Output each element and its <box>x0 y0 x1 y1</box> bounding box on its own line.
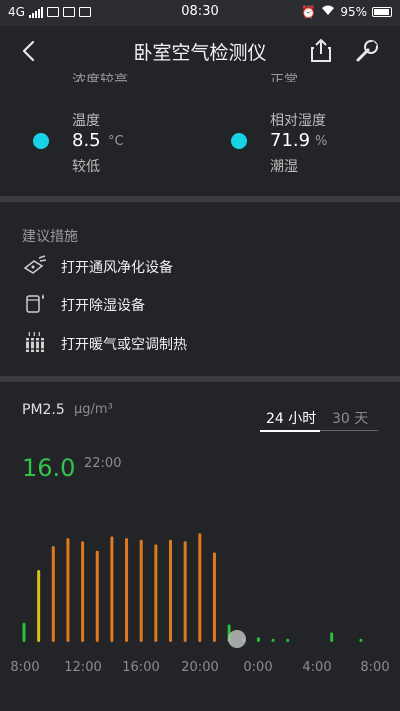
temperature-status: 较低 <box>72 159 100 175</box>
tab-30-days[interactable]: 30 天 <box>332 408 368 428</box>
temperature-label: 温度 <box>72 113 100 129</box>
pm-bar <box>51 546 55 642</box>
temperature-indicator-dot <box>33 133 49 149</box>
pm-bar <box>154 544 158 642</box>
cut-off-status-left: 浓度较高 <box>72 73 128 82</box>
x-tick-label: 20:00 <box>181 660 218 675</box>
app-header: 卧室空气检测仪 <box>0 26 400 74</box>
advice-section: 建议措施 打开通风净化设备 打开除湿设备 打开暖气或空调制热 <box>0 204 400 374</box>
pm-bar <box>139 539 143 642</box>
pm-bar <box>286 638 290 642</box>
section-divider <box>0 196 400 202</box>
pm-bar-chart[interactable]: 8:00 12:00 16:00 20:00 0:00 4:00 8:00 <box>0 504 400 684</box>
heater-icon <box>22 329 48 355</box>
pm-bar <box>95 550 99 642</box>
active-tab-underline <box>260 430 320 432</box>
advice-text: 打开暖气或空调制热 <box>61 337 187 353</box>
temperature-value: 8.5 <box>72 130 101 151</box>
pm-bar <box>169 539 172 642</box>
pm-bar <box>37 570 41 642</box>
humidity-indicator-dot <box>231 133 247 149</box>
wrench-icon[interactable] <box>352 36 382 66</box>
pm-current-time: 22:00 <box>84 456 122 471</box>
x-tick-label: 16:00 <box>122 660 159 675</box>
metrics-section: 浓度较高 正常 温度 8.5 °C 较低 相对湿度 71.9 % 潮湿 <box>0 73 400 196</box>
humidity-label: 相对湿度 <box>270 113 326 129</box>
wifi-icon <box>321 5 335 19</box>
inactive-tab-underline <box>320 430 378 431</box>
advice-text: 打开除湿设备 <box>61 298 145 314</box>
humidity-status: 潮湿 <box>270 159 298 175</box>
section-divider <box>0 376 400 382</box>
humidity-value: 71.9 <box>270 130 311 151</box>
advice-item-dehumidifier: 打开除湿设备 <box>22 290 382 320</box>
advice-title: 建议措施 <box>22 229 78 245</box>
pm-bar <box>125 538 129 642</box>
status-right: ⏰ 95% <box>301 5 392 19</box>
ventilation-icon <box>22 252 48 278</box>
alarm-icon: ⏰ <box>301 5 317 19</box>
pm-bar <box>359 638 363 642</box>
advice-item-ventilation: 打开通风净化设备 <box>22 252 382 282</box>
share-icon[interactable] <box>306 36 336 66</box>
advice-text: 打开通风净化设备 <box>61 260 173 276</box>
battery-percent: 95% <box>340 5 367 19</box>
pm-bar <box>22 622 26 642</box>
pm-bar <box>183 541 187 642</box>
pm-label: PM2.5 <box>22 402 65 418</box>
x-tick-label: 8:00 <box>10 660 39 675</box>
humidity-unit: % <box>315 134 328 149</box>
x-tick-label: 4:00 <box>302 660 331 675</box>
pm-bar <box>256 637 260 642</box>
pm-bar <box>110 536 114 642</box>
status-bar: 4G 08:30 ⏰ 95% <box>0 0 400 26</box>
pm-bar <box>212 552 216 642</box>
cut-off-status-right: 正常 <box>270 73 298 82</box>
pm-bar <box>198 533 202 642</box>
page-title: 卧室空气检测仪 <box>133 42 267 64</box>
tab-24-hours[interactable]: 24 小时 <box>266 408 316 428</box>
pm-bar <box>271 638 275 642</box>
time-slider-knob[interactable] <box>228 630 246 648</box>
advice-item-heater: 打开暖气或空调制热 <box>22 329 382 359</box>
x-tick-label: 12:00 <box>64 660 101 675</box>
pm-current-value: 16.0 <box>22 454 76 482</box>
pm-bar <box>81 541 85 642</box>
pm-unit: μg/m³ <box>74 402 113 417</box>
battery-icon <box>372 7 392 17</box>
pm-bar <box>66 538 70 642</box>
x-tick-label: 8:00 <box>360 660 389 675</box>
x-tick-label: 0:00 <box>243 660 272 675</box>
temperature-unit: °C <box>108 134 124 149</box>
pm-chart-section: PM2.5 μg/m³ 24 小时 30 天 16.0 22:00 8:00 12… <box>0 384 400 711</box>
pm-bar <box>330 632 334 642</box>
dehumidifier-icon <box>22 290 48 316</box>
